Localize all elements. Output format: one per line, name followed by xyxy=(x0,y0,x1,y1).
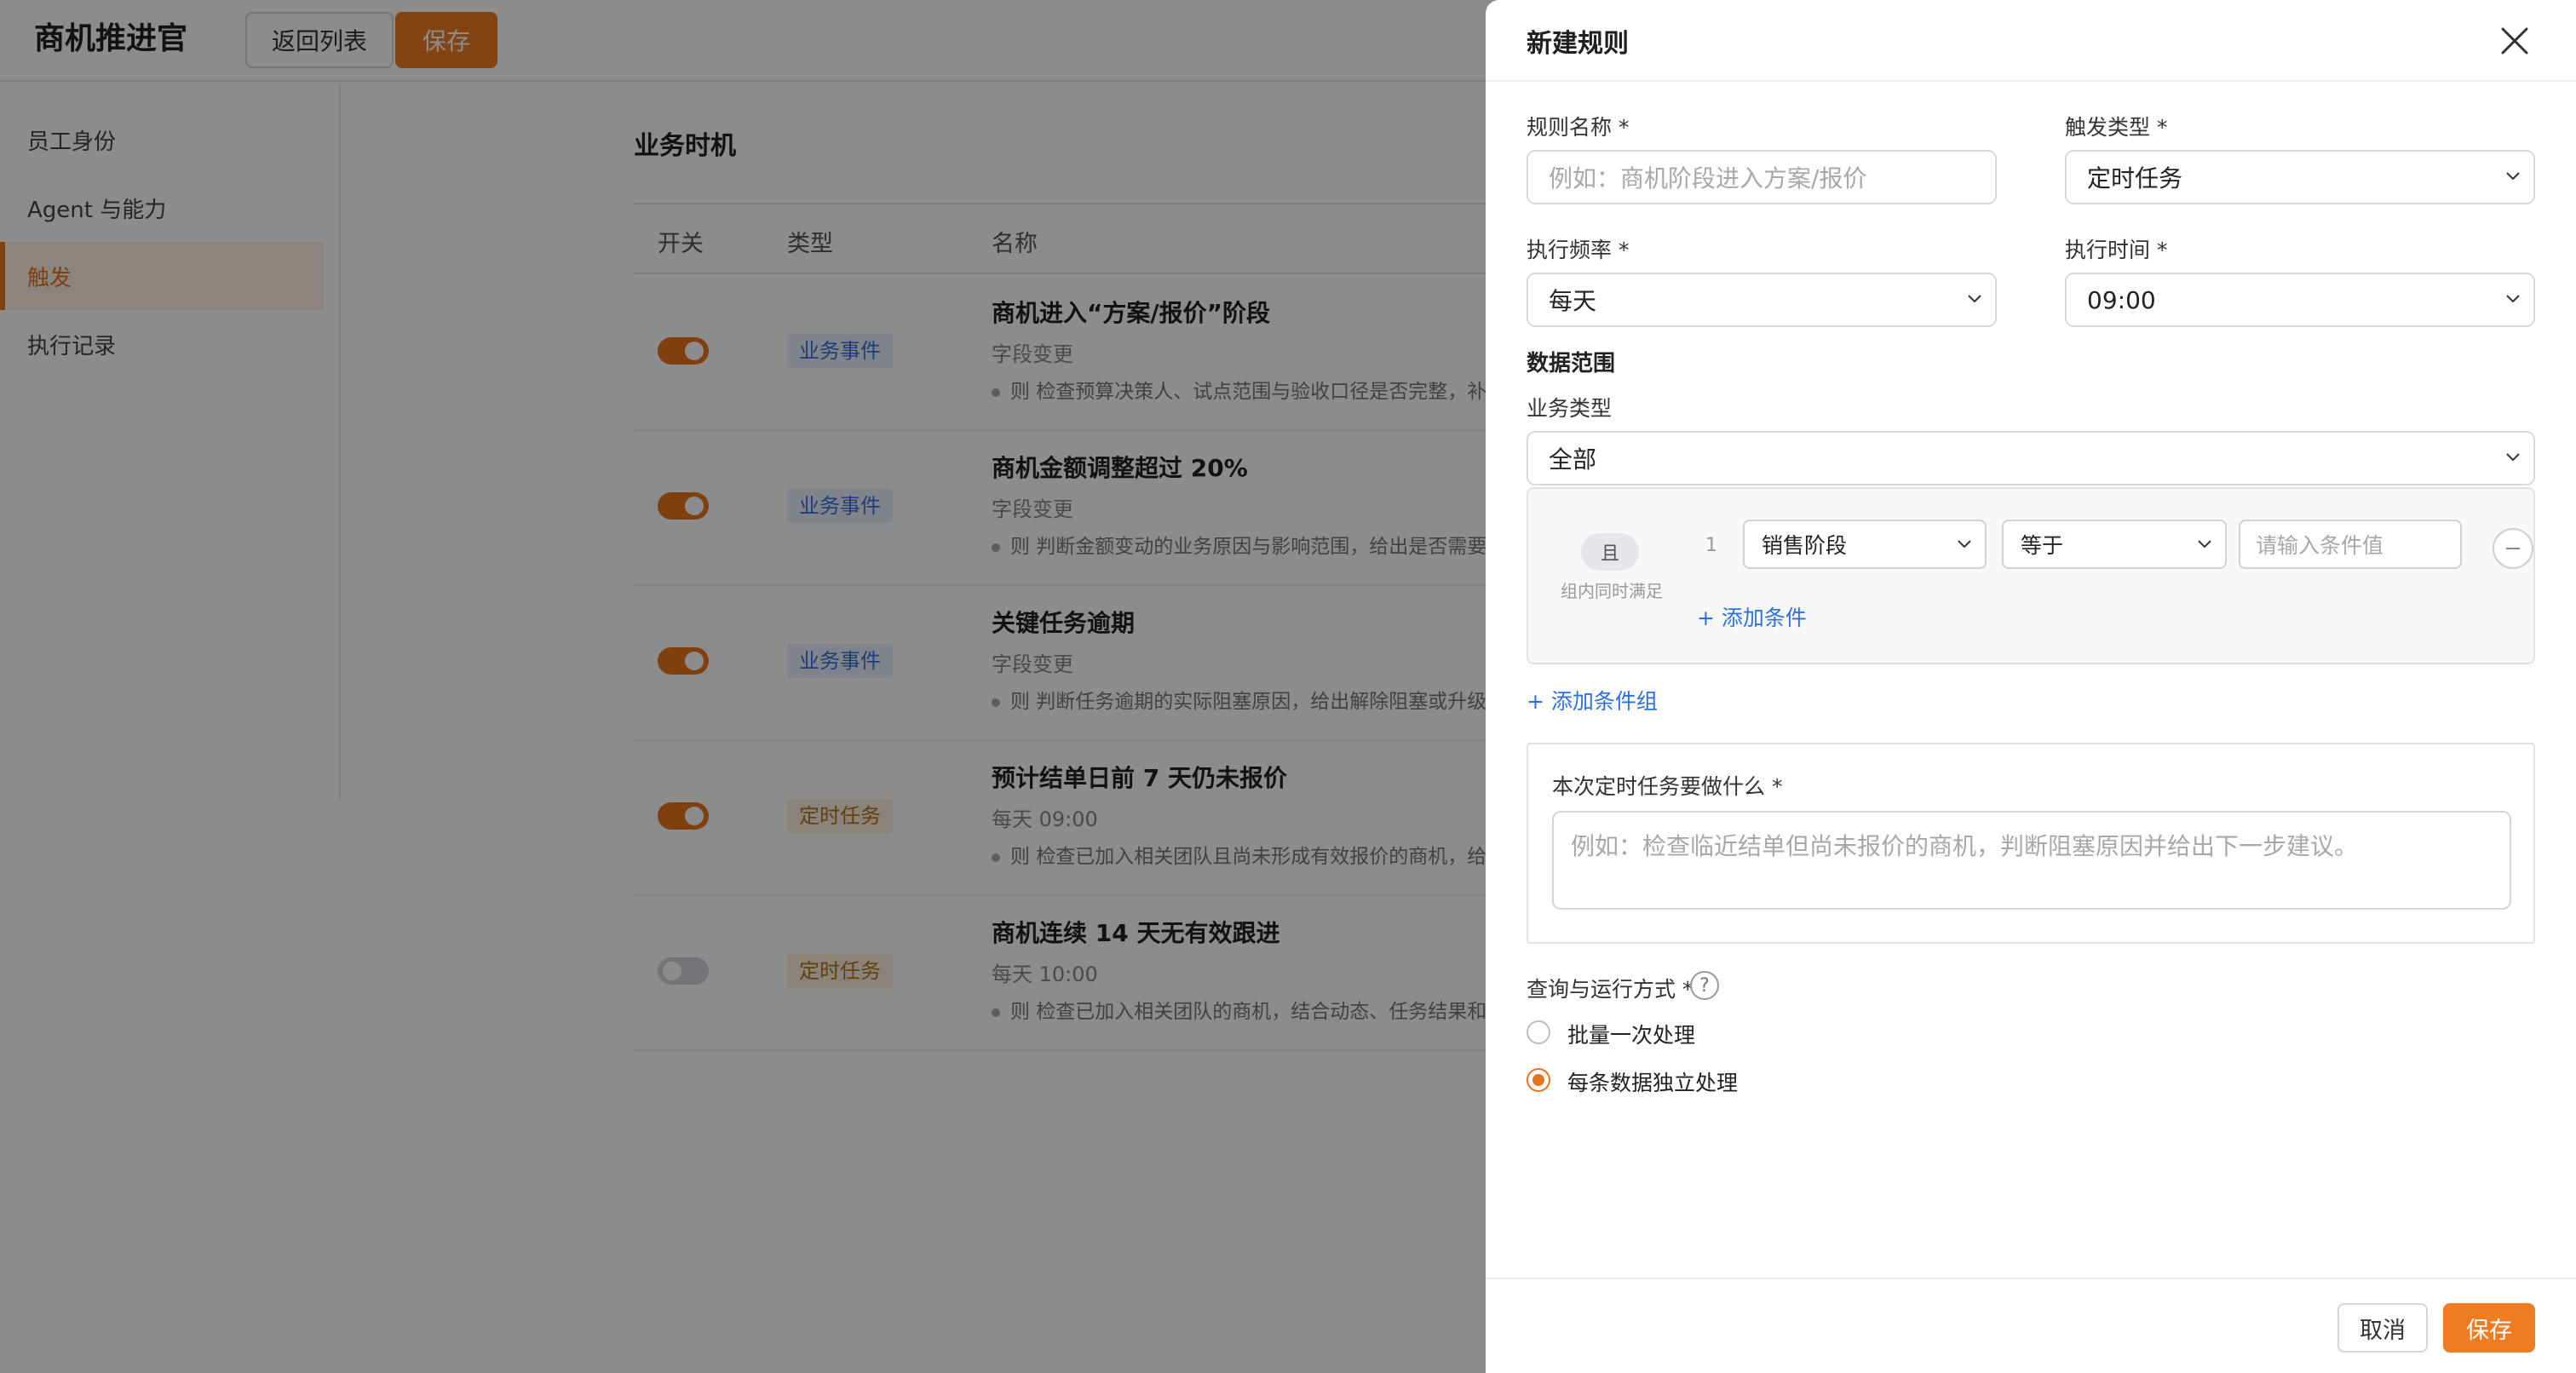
chevron-down-icon xyxy=(2506,453,2520,462)
radio-batch[interactable] xyxy=(1527,1020,1550,1044)
data-scope-title: 数据范围 xyxy=(1527,351,1616,376)
drawer-header: 新建规则 xyxy=(1486,0,2576,82)
exec-time-value: 09:00 xyxy=(2087,285,2156,314)
condition-index: 1 xyxy=(1705,535,1717,556)
minus-icon xyxy=(2506,548,2520,549)
chevron-down-icon xyxy=(1968,295,1981,303)
condition-operator-value: 等于 xyxy=(2021,533,2064,558)
add-condition-group-link[interactable]: + 添加条件组 xyxy=(1527,685,1658,715)
frequency-label: 执行频率 * xyxy=(1527,238,1630,262)
drawer-footer: 取消 保存 xyxy=(1486,1278,2576,1373)
radio-per-record[interactable] xyxy=(1527,1068,1550,1092)
close-icon[interactable] xyxy=(2496,22,2533,60)
radio-per-record-label[interactable]: 每条数据独立处理 xyxy=(1567,1066,1738,1097)
help-icon[interactable]: ? xyxy=(1690,971,1719,1000)
condition-operator-select[interactable]: 等于 xyxy=(2002,520,2227,569)
rule-name-label: 规则名称 * xyxy=(1527,115,1630,140)
exec-time-select[interactable]: 09:00 xyxy=(2065,273,2535,327)
and-toggle[interactable]: 且 xyxy=(1581,533,1639,571)
radio-batch-label[interactable]: 批量一次处理 xyxy=(1567,1019,1695,1049)
remove-condition-button[interactable] xyxy=(2493,528,2533,569)
trigger-type-label: 触发类型 * xyxy=(2065,115,2168,140)
chevron-down-icon xyxy=(2506,295,2520,303)
save-button[interactable]: 保存 xyxy=(2443,1303,2535,1353)
rule-name-input[interactable]: 例如：商机阶段进入方案/报价 xyxy=(1527,150,1997,204)
and-note: 组内同时满足 xyxy=(1561,581,1663,601)
task-label: 本次定时任务要做什么 * xyxy=(1552,774,1783,799)
exec-time-label: 执行时间 * xyxy=(2065,238,2168,262)
chevron-down-icon xyxy=(1958,540,1971,549)
drawer-title: 新建规则 xyxy=(1527,29,1629,59)
biz-type-select[interactable]: 全部 xyxy=(1527,431,2535,485)
chevron-down-icon xyxy=(2198,540,2211,549)
cancel-button[interactable]: 取消 xyxy=(2337,1303,2428,1353)
run-mode-label: 查询与运行方式 * xyxy=(1527,977,1693,1002)
condition-field-value: 销售阶段 xyxy=(1762,533,1848,558)
frequency-select[interactable]: 每天 xyxy=(1527,273,1997,327)
new-rule-drawer: 新建规则 规则名称 * 例如：商机阶段进入方案/报价 触发类型 * 定时任务 执… xyxy=(1486,0,2576,1373)
frequency-value: 每天 xyxy=(1549,287,1597,315)
condition-field-select[interactable]: 销售阶段 xyxy=(1743,520,1987,569)
trigger-type-select[interactable]: 定时任务 xyxy=(2065,150,2535,204)
condition-group: 且 组内同时满足 1 销售阶段 等于 请输入条件值 + 添加条件 xyxy=(1527,487,2535,664)
trigger-type-value: 定时任务 xyxy=(2087,164,2183,192)
add-condition-link[interactable]: + 添加条件 xyxy=(1697,601,1807,632)
biz-type-label: 业务类型 xyxy=(1527,396,1613,421)
task-section: 本次定时任务要做什么 * 例如：检查临近结单但尚未报价的商机，判断阻塞原因并给出… xyxy=(1527,743,2535,944)
condition-value-input[interactable]: 请输入条件值 xyxy=(2239,520,2462,569)
chevron-down-icon xyxy=(2506,172,2520,181)
biz-type-value: 全部 xyxy=(1549,445,1597,474)
task-textarea[interactable]: 例如：检查临近结单但尚未报价的商机，判断阻塞原因并给出下一步建议。 xyxy=(1552,811,2511,910)
